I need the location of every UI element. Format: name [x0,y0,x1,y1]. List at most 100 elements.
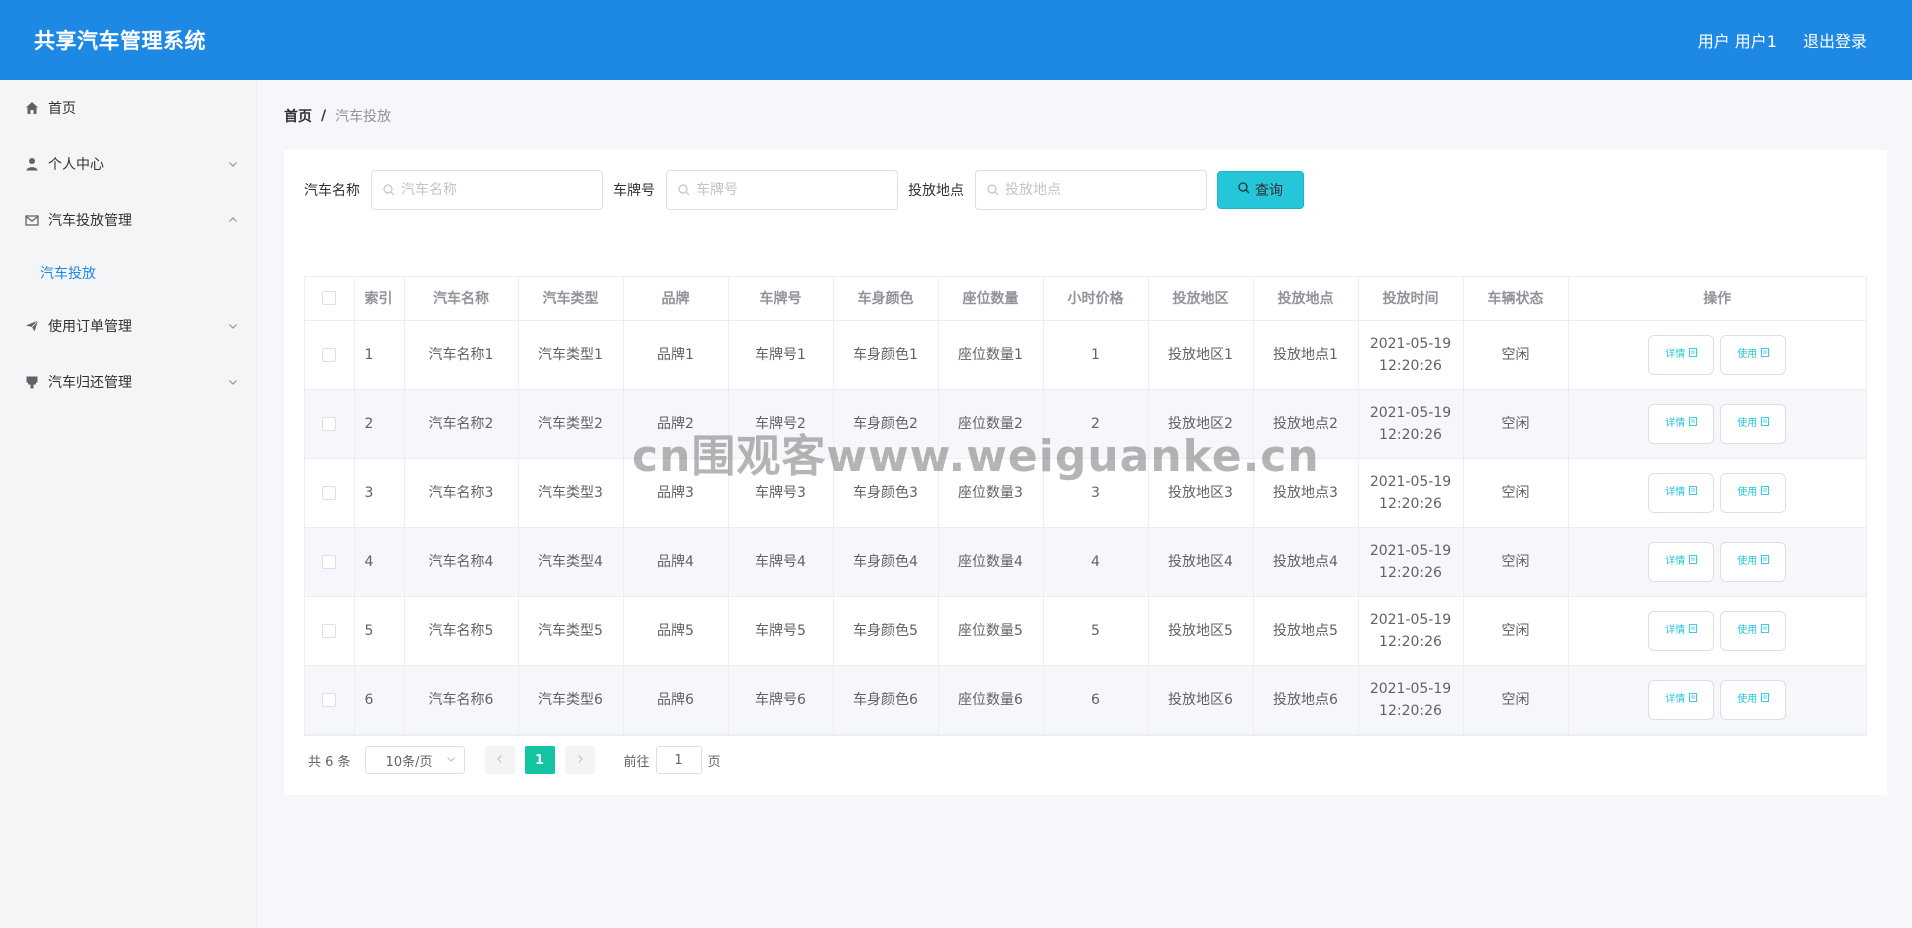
car-name-input[interactable] [401,182,581,198]
cell-actions: 详情 使用 [1568,389,1866,459]
row-checkbox[interactable] [322,485,337,500]
cell-brand: 品牌2 [623,389,729,459]
detail-button-label: 详情 [1665,693,1686,705]
main-content: 首页 / 汽车投放 汽车名称 车牌号 投放地点 [257,80,1912,928]
row-checkbox[interactable] [322,692,337,707]
cell-date-line: 2021-05-19 [1369,335,1452,352]
detail-button[interactable]: 详情 [1648,679,1715,720]
document-icon [1689,689,1698,711]
cell-time: 2021-05-19 12:20:26 [1358,665,1464,735]
cell-seats: 座位数量5 [938,596,1044,666]
table-row[interactable]: 3 汽车名称3 汽车类型3 品牌3 车牌号3 车身颜色3 座位数量3 3 投放地区3 投放地点3 2… [305,458,1866,528]
cell-index: 4 [354,527,405,597]
breadcrumb-current: 汽车投放 [335,109,392,125]
query-button-label: 查询 [1255,183,1283,199]
send-icon [24,318,40,334]
detail-button[interactable]: 详情 [1648,610,1715,651]
cell-actions: 详情 使用 [1568,458,1866,528]
cell-type: 汽车类型3 [518,458,624,528]
cell-price: 5 [1043,596,1149,666]
chevron-down-icon [226,319,240,333]
page-jump-suffix: 页 [707,754,721,770]
cell-actions: 详情 使用 [1568,665,1866,735]
cell-location: 投放地点5 [1253,596,1359,666]
cell-time: 2021-05-19 12:20:26 [1358,596,1464,666]
use-button[interactable]: 使用 [1720,610,1787,651]
row-checkbox[interactable] [322,347,337,362]
use-button[interactable]: 使用 [1720,334,1787,375]
detail-button[interactable]: 详情 [1648,472,1715,513]
page-size-select[interactable]: 10条/页 [364,746,465,774]
cell-name: 汽车名称2 [404,389,519,459]
table-row[interactable]: 4 汽车名称4 汽车类型4 品牌4 车牌号4 车身颜色4 座位数量4 4 投放地区4 投放地点4 2… [305,527,1866,597]
cell-color: 车身颜色3 [833,458,939,528]
column-header: 操作 [1568,277,1866,321]
cell-time-line: 12:20:26 [1379,633,1442,650]
column-header: 车牌号 [728,277,834,321]
cell-location: 投放地点1 [1253,320,1359,390]
document-icon [1761,482,1770,504]
use-button[interactable]: 使用 [1720,679,1787,720]
use-button[interactable]: 使用 [1720,403,1787,444]
cell-status: 空闲 [1463,527,1569,597]
table-row[interactable]: 1 汽车名称1 汽车类型1 品牌1 车牌号1 车身颜色1 座位数量1 1 投放地区1 投放地点1 2… [305,320,1866,390]
detail-button-label: 详情 [1665,486,1686,498]
row-checkbox[interactable] [322,554,337,569]
cell-plate: 车牌号4 [728,527,834,597]
cell-type: 汽车类型1 [518,320,624,390]
chevron-down-icon [226,375,240,389]
location-input[interactable] [1005,182,1185,198]
cell-time-line: 12:20:26 [1379,564,1442,581]
sidebar-item-home[interactable]: 首页 [0,80,256,136]
car-name-label: 汽车名称 [304,183,360,199]
car-name-field [371,170,603,210]
select-all-checkbox[interactable] [322,291,337,306]
cell-brand: 品牌4 [623,527,729,597]
row-select-cell [305,320,355,390]
page-jump-prefix: 前往 [623,754,650,770]
chevron-up-icon [226,213,240,227]
sidebar-item-personal-center[interactable]: 个人中心 [0,136,256,192]
table-row[interactable]: 5 汽车名称5 汽车类型5 品牌5 车牌号5 车身颜色5 座位数量5 5 投放地区5 投放地点5 2… [305,596,1866,666]
cell-name: 汽车名称1 [404,320,519,390]
next-page-button[interactable] [564,746,595,774]
cell-time-line: 12:20:26 [1379,702,1442,719]
column-header: 小时价格 [1043,277,1149,321]
detail-button[interactable]: 详情 [1648,541,1715,582]
cell-plate: 车牌号3 [728,458,834,528]
plate-input[interactable] [696,182,876,198]
column-header: 汽车名称 [404,277,519,321]
detail-button[interactable]: 详情 [1648,334,1715,375]
row-checkbox[interactable] [322,623,337,638]
use-button-label: 使用 [1737,486,1758,498]
column-header: 汽车类型 [518,277,624,321]
prev-page-button[interactable] [484,746,515,774]
row-checkbox[interactable] [322,416,337,431]
cell-color: 车身颜色4 [833,527,939,597]
cell-time-line: 12:20:26 [1379,495,1442,512]
sidebar-item-order-management[interactable]: 使用订单管理 [0,298,256,354]
page-jump-input[interactable] [655,746,702,774]
page-number-current[interactable]: 1 [524,746,555,774]
content-panel: 汽车名称 车牌号 投放地点 [284,150,1887,795]
query-button[interactable]: 查询 [1217,171,1304,209]
cell-type: 汽车类型5 [518,596,624,666]
sidebar-item-return-management[interactable]: 汽车归还管理 [0,354,256,410]
breadcrumb-home[interactable]: 首页 [284,106,312,126]
use-button[interactable]: 使用 [1720,541,1787,582]
detail-button[interactable]: 详情 [1648,403,1715,444]
table-row[interactable]: 6 汽车名称6 汽车类型6 品牌6 车牌号6 车身颜色6 座位数量6 6 投放地区6 投放地点6 2… [305,665,1866,735]
sidebar-subitem-car-deploy[interactable]: 汽车投放 [0,248,256,298]
cell-location: 投放地点2 [1253,389,1359,459]
cell-time-line: 12:20:26 [1379,426,1442,443]
table-row[interactable]: 2 汽车名称2 汽车类型2 品牌2 车牌号2 车身颜色2 座位数量2 2 投放地区2 投放地点2 2… [305,389,1866,459]
cell-date-line: 2021-05-19 [1369,680,1452,697]
sidebar-item-car-deploy-management[interactable]: 汽车投放管理 [0,192,256,248]
use-button[interactable]: 使用 [1720,472,1787,513]
column-header: 车辆状态 [1463,277,1569,321]
row-select-cell [305,527,355,597]
document-icon [1761,620,1770,642]
logout-link[interactable]: 退出登录 [1803,28,1867,52]
detail-button-label: 详情 [1665,555,1686,567]
cell-date-line: 2021-05-19 [1369,542,1452,559]
